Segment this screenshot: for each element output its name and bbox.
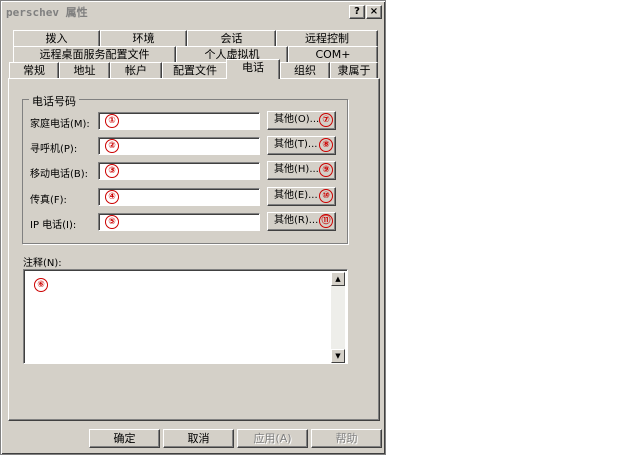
annotation-marker: ⑦ [319, 113, 333, 127]
notes-label: 注释(N): [23, 258, 62, 269]
tab-com-plus[interactable]: COM+ [288, 46, 378, 63]
tab-general[interactable]: 常规 [9, 62, 59, 79]
tab-sessions[interactable]: 会话 [187, 30, 276, 47]
properties-dialog: perschev 属性 ? × 拨入 环境 会话 远程控制 远程桌面服务配置文件… [0, 0, 386, 455]
annotation-marker: ② [105, 139, 119, 153]
close-icon[interactable]: × [366, 5, 382, 19]
notes-scrollbar[interactable]: ▲ ▼ [331, 272, 345, 363]
annotation-marker: ⑪ [319, 214, 333, 228]
tab-remote-control[interactable]: 远程控制 [276, 30, 378, 47]
tab-address[interactable]: 地址 [59, 62, 110, 79]
ip-phone-label: IP 电话(I): [30, 220, 77, 231]
annotation-marker: ⑥ [34, 278, 48, 292]
annotation-marker: ⑩ [319, 189, 333, 203]
pager-input[interactable] [98, 137, 260, 155]
ok-button[interactable]: 确定 [89, 429, 160, 448]
mobile-label: 移动电话(B): [30, 169, 89, 180]
apply-button[interactable]: 应用(A) [237, 429, 308, 448]
fax-input[interactable] [98, 188, 260, 206]
ip-phone-input[interactable] [98, 213, 260, 231]
notes-textarea[interactable]: ▲ ▼ [23, 269, 348, 364]
phone-numbers-label: 电话号码 [29, 93, 79, 109]
annotation-marker: ① [105, 114, 119, 128]
tab-profile[interactable]: 配置文件 [162, 62, 228, 79]
help-button[interactable]: 帮助 [311, 429, 382, 448]
scroll-down-icon[interactable]: ▼ [331, 349, 345, 363]
pager-label: 寻呼机(P): [30, 144, 78, 155]
tab-member-of[interactable]: 隶属于 [330, 62, 378, 79]
annotation-marker: ④ [105, 190, 119, 204]
title-bar[interactable]: perschev 属性 ? × [3, 3, 383, 21]
scroll-up-icon[interactable]: ▲ [331, 272, 345, 286]
window-title: perschev 属性 [6, 6, 88, 19]
home-phone-input[interactable] [98, 112, 260, 130]
cancel-button[interactable]: 取消 [163, 429, 234, 448]
mobile-input[interactable] [98, 162, 260, 180]
annotation-marker: ⑤ [105, 215, 119, 229]
tab-dial-in[interactable]: 拨入 [13, 30, 100, 47]
home-phone-label: 家庭电话(M): [30, 119, 90, 130]
annotation-marker: ③ [105, 164, 119, 178]
tab-organization[interactable]: 组织 [280, 62, 330, 79]
fax-label: 传真(F): [30, 195, 67, 206]
tab-telephones[interactable]: 电话 [226, 59, 280, 79]
tab-rds-profile[interactable]: 远程桌面服务配置文件 [13, 46, 176, 63]
tab-account[interactable]: 帐户 [110, 62, 162, 79]
tab-environment[interactable]: 环境 [100, 30, 187, 47]
help-icon[interactable]: ? [349, 5, 365, 19]
annotation-marker: ⑨ [319, 163, 333, 177]
annotation-marker: ⑧ [319, 138, 333, 152]
